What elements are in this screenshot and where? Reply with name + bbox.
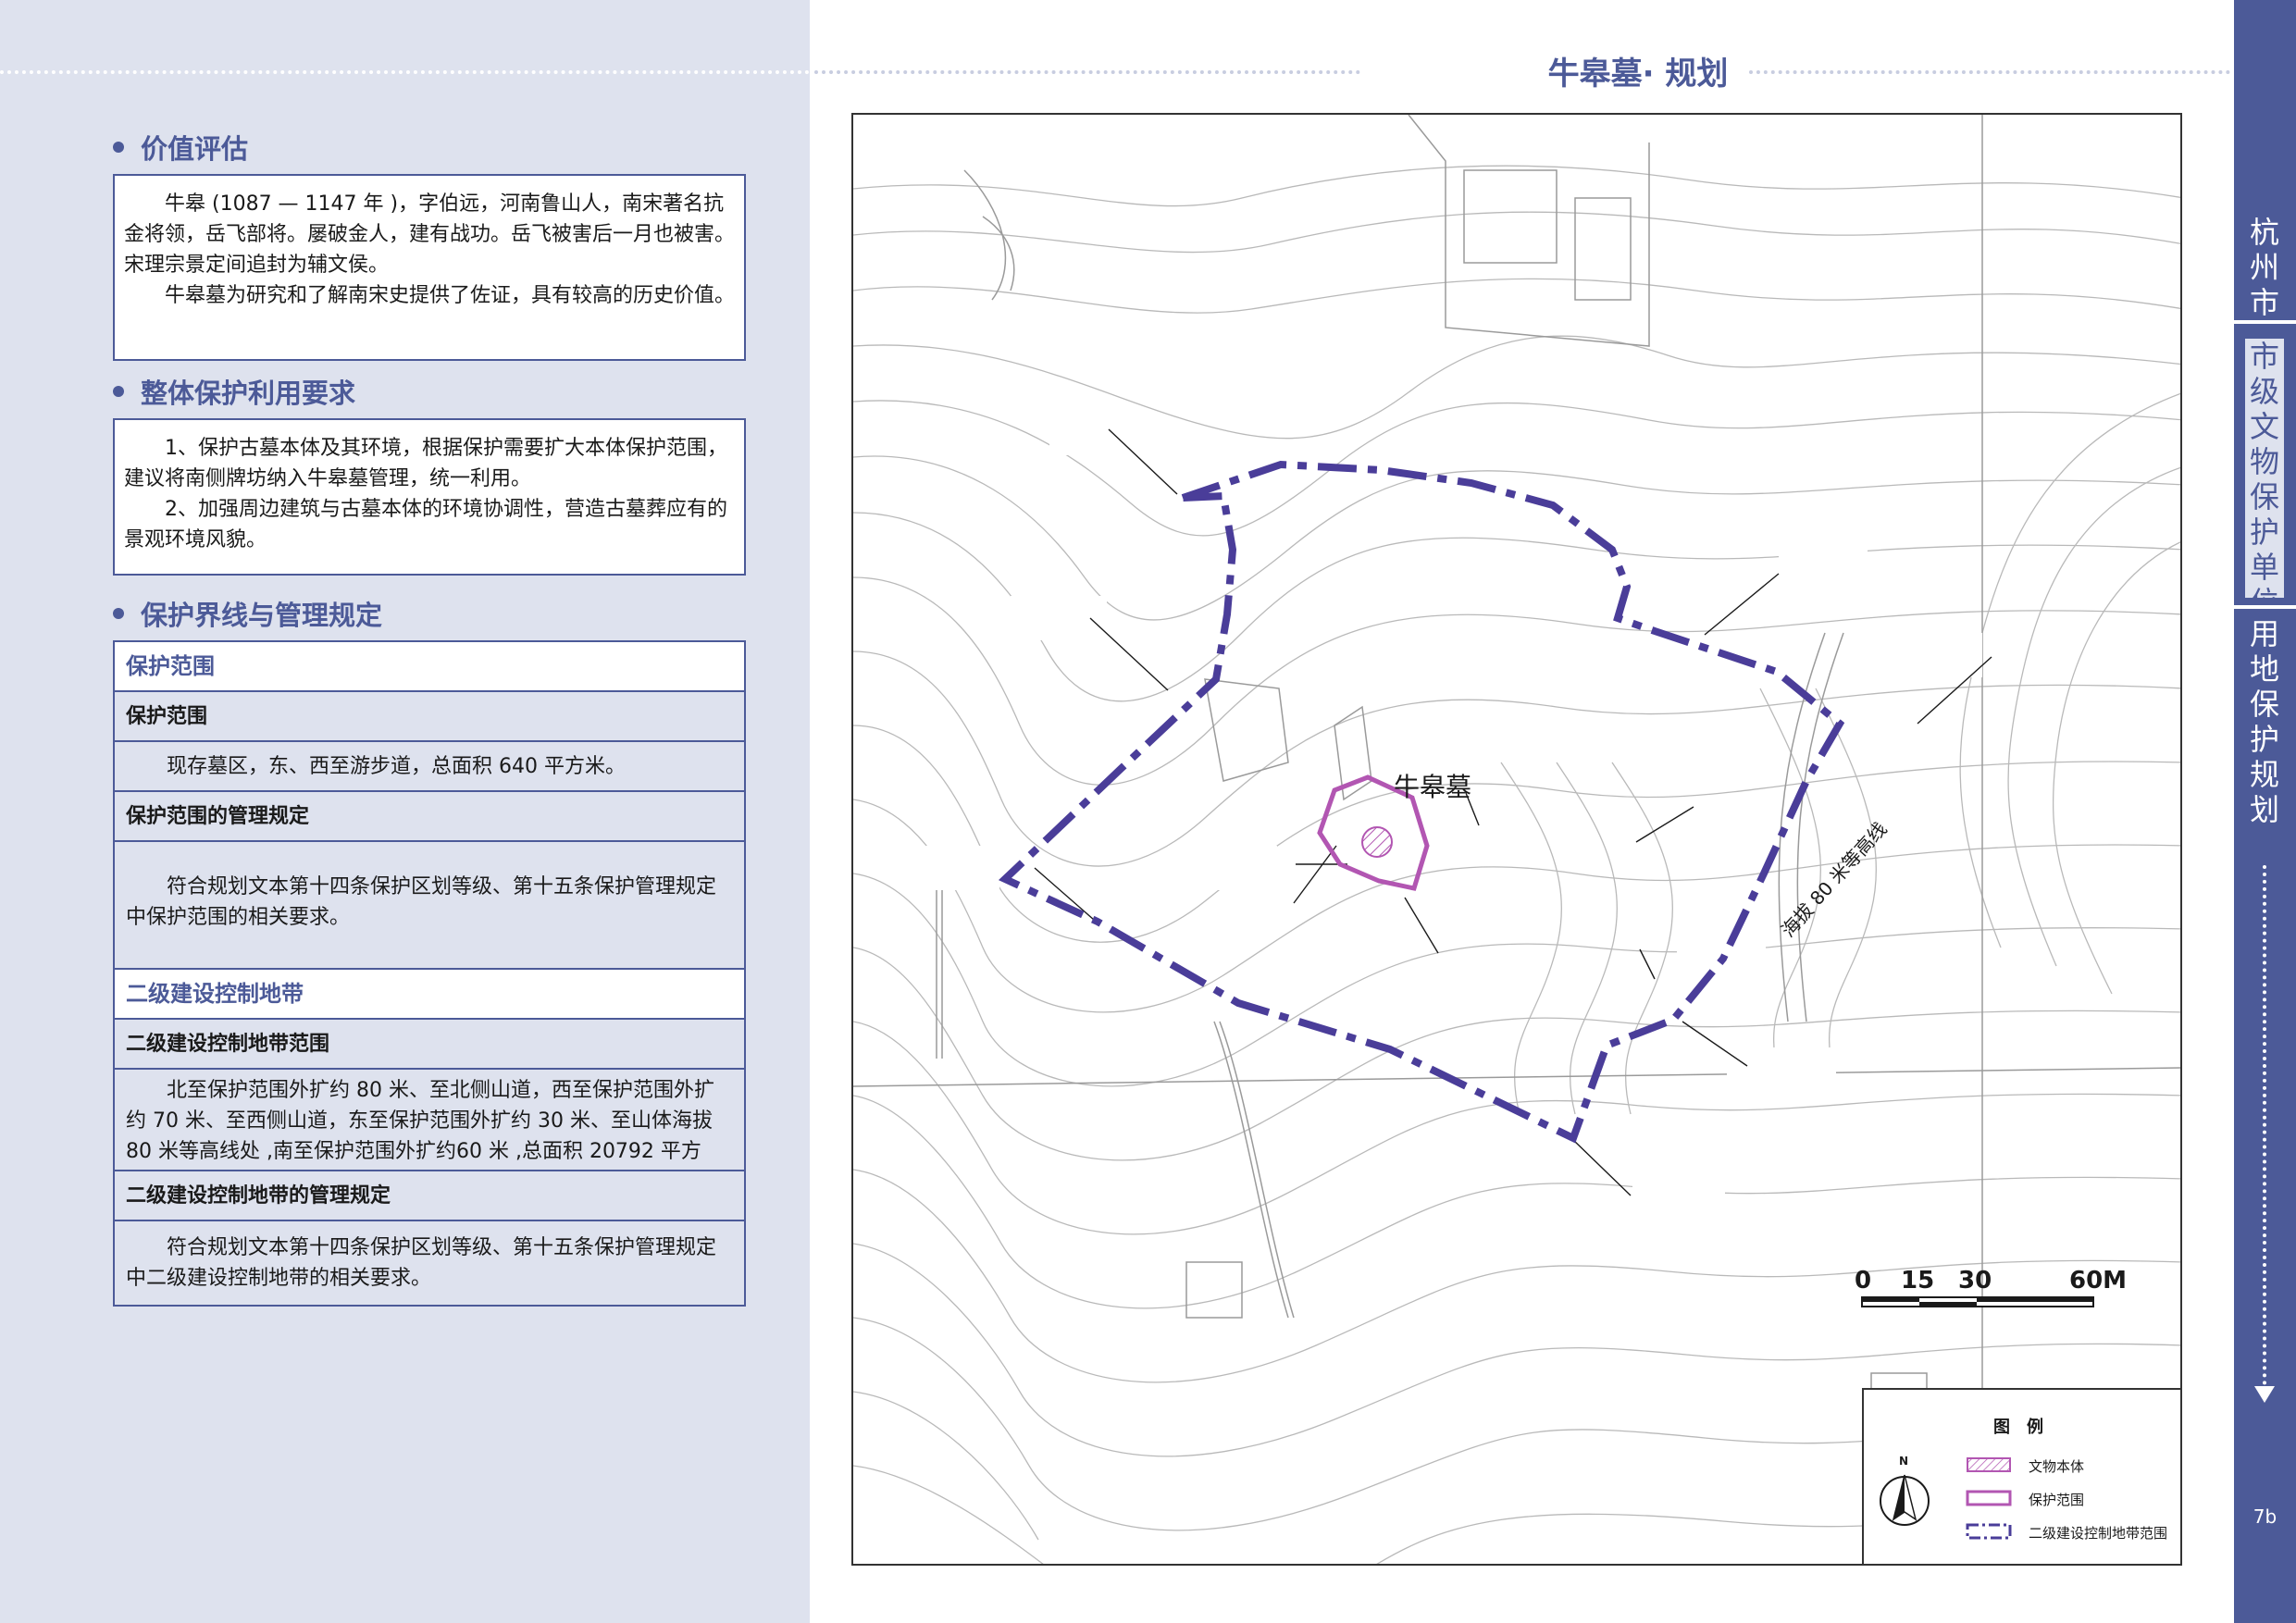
section-heading-value: 价值评估 — [113, 128, 248, 167]
table-row-sub: 二级建设控制地带的管理规定 — [113, 1170, 746, 1221]
row-text: 符合规划文本第十四条保护区划等级、第十五条保护管理规定中保护范围的相关要求。 — [126, 875, 717, 929]
row-text: 现存墓区，东、西至游步道，总面积 640 平方米。 — [167, 755, 626, 778]
value-box: 牛皋 (1087 — 1147 年 )，字伯远，河南鲁山人，南宋著名抗金将领，岳… — [113, 174, 746, 361]
scale-label-60: 60M — [2069, 1267, 2127, 1295]
value-heading-text: 价值评估 — [141, 133, 249, 165]
value-paragraph-1: 牛皋 (1087 — 1147 年 )，字伯远，河南鲁山人，南宋著名抗金将领，岳… — [124, 192, 736, 277]
table-row-sub: 保护范围的管理规定 — [113, 790, 746, 842]
map-legend: 图 例 N 文物本体 保护范围 二级建设控制地带范围 — [1862, 1388, 2182, 1566]
protection-paragraph-2: 2、加强周边建筑与古墓本体的环境协调性，营造古墓葬应有的景观环境风貌。 — [124, 498, 727, 551]
contour-label: 海拔 80 米等高线 — [1777, 818, 1892, 942]
sidebar-divider — [2234, 320, 2296, 324]
sidebar-dots — [2263, 865, 2266, 1393]
section-heading-boundary: 保护界线与管理规定 — [113, 594, 382, 633]
row-text: 符合规划文本第十四条保护区划等级、第十五条保护管理规定中二级建设控制地带的相关要… — [126, 1236, 717, 1290]
leader-lines — [1034, 428, 1992, 1196]
scale-label-30: 30 — [1958, 1267, 1992, 1295]
protection-paragraph-1: 1、保护古墓本体及其环境，根据保护需要扩大本体保护范围，建议将南侧牌坊纳入牛皋墓… — [124, 437, 727, 490]
legend-item-tomb: 文物本体 — [2029, 1458, 2085, 1475]
map-svg: 牛皋墓 海拔 80 米等高线 0 15 30 60M — [853, 115, 2180, 1564]
bullet-icon — [113, 386, 124, 397]
page-number: 7b — [2253, 1505, 2277, 1528]
table-row-sub: 保护范围 — [113, 690, 746, 742]
tomb-body — [1361, 826, 1393, 858]
site-label: 牛皋墓 — [1394, 772, 1471, 802]
scale-label-0: 0 — [1855, 1267, 1871, 1295]
row-text: 二级建设控制地带范围 — [126, 1032, 330, 1056]
row-text: 二级建设控制地带的管理规定 — [126, 1183, 391, 1208]
sidebar-divider — [2234, 605, 2296, 609]
north-arrow-icon — [1880, 1474, 1930, 1526]
north-label: N — [1899, 1455, 1909, 1468]
protection-box: 1、保护古墓本体及其环境，根据保护需要扩大本体保护范围，建议将南侧牌坊纳入牛皋墓… — [113, 418, 746, 576]
row-text: 保护范围 — [126, 652, 215, 679]
legend-title: 图 例 — [1993, 1418, 2043, 1437]
page-title: 牛皋墓· 规划 — [1547, 56, 1729, 93]
legend-swatch-protection — [1966, 1490, 2012, 1506]
row-text: 二级建设控制地带 — [126, 980, 304, 1007]
protection-heading-text: 整体保护利用要求 — [141, 378, 356, 409]
row-text: 保护范围 — [126, 704, 208, 728]
sidebar-topic: 用地保护规划 — [2249, 616, 2279, 827]
right-sidebar: 杭州市 市级文物保护单位 用地保护规划 7b — [2234, 0, 2296, 1623]
table-row-body: 北至保护范围外扩约 80 米、至北侧山道，西至保护范围外扩约 70 米、至西侧山… — [113, 1068, 746, 1194]
sidebar-city: 杭州市 — [2249, 215, 2279, 320]
site-map: 牛皋墓 海拔 80 米等高线 0 15 30 60M — [851, 113, 2182, 1566]
table-row-body: 现存墓区，东、西至游步道，总面积 640 平方米。 — [113, 740, 746, 792]
roads-and-buildings — [853, 115, 2180, 1564]
table-row-head: 保护范围 — [113, 640, 746, 692]
table-row-body: 符合规划文本第十四条保护区划等级、第十五条保护管理规定中保护范围的相关要求。 — [113, 840, 746, 970]
top-dots-left — [0, 70, 810, 74]
value-paragraph-2: 牛皋墓为研究和了解南宋史提供了佐证，具有较高的历史价值。 — [165, 284, 736, 307]
table-row-body: 符合规划文本第十四条保护区划等级、第十五条保护管理规定中二级建设控制地带的相关要… — [113, 1220, 746, 1307]
scale-label-15: 15 — [1901, 1267, 1934, 1295]
bullet-icon — [113, 142, 124, 153]
legend-swatch-control-zone — [1966, 1523, 2012, 1540]
legend-item-protection: 保护范围 — [2029, 1492, 2085, 1508]
top-dots-mid — [814, 70, 1360, 74]
boundary-heading-text: 保护界线与管理规定 — [141, 600, 383, 631]
sidebar-category: 市级文物保护单位 — [2245, 339, 2284, 620]
row-text: 保护范围的管理规定 — [126, 804, 310, 828]
scale-bar: 0 15 30 60M — [1855, 1267, 2127, 1307]
arrow-down-icon — [2254, 1386, 2275, 1403]
section-heading-protection: 整体保护利用要求 — [113, 372, 355, 411]
table-row-sub: 二级建设控制地带范围 — [113, 1018, 746, 1070]
table-row-head: 二级建设控制地带 — [113, 968, 746, 1020]
legend-item-control-zone: 二级建设控制地带范围 — [2029, 1525, 2168, 1542]
bullet-icon — [113, 608, 124, 619]
legend-swatch-tomb — [1967, 1457, 2011, 1472]
